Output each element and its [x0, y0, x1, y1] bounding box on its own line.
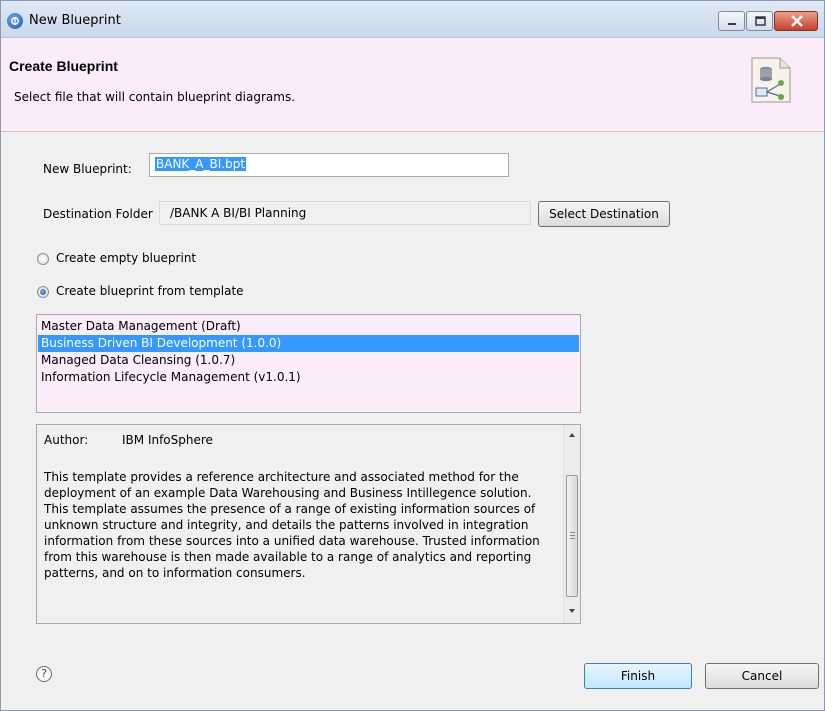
radio-empty-blueprint-label[interactable]: Create empty blueprint: [56, 251, 196, 265]
title-bar: New Blueprint: [1, 1, 824, 38]
minimize-button[interactable]: [718, 11, 745, 31]
scroll-grip: [570, 535, 575, 536]
template-description: Author: IBM InfoSphere This template pro…: [36, 424, 581, 624]
blueprint-wizard-icon: [751, 57, 791, 103]
template-list[interactable]: Master Data Management (Draft) Business …: [36, 314, 581, 413]
radio-template-blueprint-label[interactable]: Create blueprint from template: [56, 284, 244, 298]
template-list-item[interactable]: Master Data Management (Draft): [38, 318, 579, 335]
radio-empty-blueprint[interactable]: [37, 253, 49, 265]
close-button[interactable]: [774, 11, 818, 31]
scroll-grip: [570, 538, 575, 539]
finish-button[interactable]: Finish: [584, 663, 692, 689]
banner-title: Create Blueprint: [9, 58, 118, 74]
new-blueprint-dialog: New Blueprint Create Blueprint Select fi…: [0, 0, 825, 711]
scroll-thumb[interactable]: [566, 475, 578, 597]
banner-subtitle: Select file that will contain blueprint …: [14, 90, 296, 104]
new-blueprint-value: BANK_A_BI.bpt: [155, 157, 247, 171]
scroll-down-arrow-icon[interactable]: [567, 606, 577, 616]
help-icon[interactable]: ?: [36, 666, 52, 682]
wizard-banner: Create Blueprint Select file that will c…: [1, 38, 824, 132]
maximize-button[interactable]: [746, 11, 773, 31]
template-list-item[interactable]: Managed Data Cleansing (1.0.7): [38, 352, 579, 369]
author-value: IBM InfoSphere: [122, 433, 213, 447]
radio-template-blueprint[interactable]: [37, 286, 49, 298]
destination-folder-label: Destination Folder: [43, 207, 153, 221]
template-list-item-selected[interactable]: Business Driven BI Development (1.0.0): [38, 335, 579, 352]
destination-folder-field: /BANK A BI/BI Planning: [159, 201, 531, 225]
new-blueprint-input[interactable]: BANK_A_BI.bpt: [149, 153, 509, 177]
author-label: Author:: [44, 433, 89, 447]
scroll-up-arrow-icon[interactable]: [567, 430, 577, 440]
app-icon: [7, 13, 23, 29]
cancel-button[interactable]: Cancel: [705, 663, 819, 689]
radio-selected-dot: [40, 289, 46, 295]
new-blueprint-label: New Blueprint:: [43, 162, 132, 176]
template-list-item[interactable]: Information Lifecycle Management (v1.0.1…: [38, 369, 579, 386]
destination-folder-value: /BANK A BI/BI Planning: [170, 206, 307, 220]
description-text: This template provides a reference archi…: [44, 470, 540, 580]
scroll-grip: [570, 532, 575, 533]
select-destination-button[interactable]: Select Destination: [538, 201, 670, 227]
description-scrollbar[interactable]: [563, 425, 580, 623]
window-title: New Blueprint: [29, 13, 121, 28]
